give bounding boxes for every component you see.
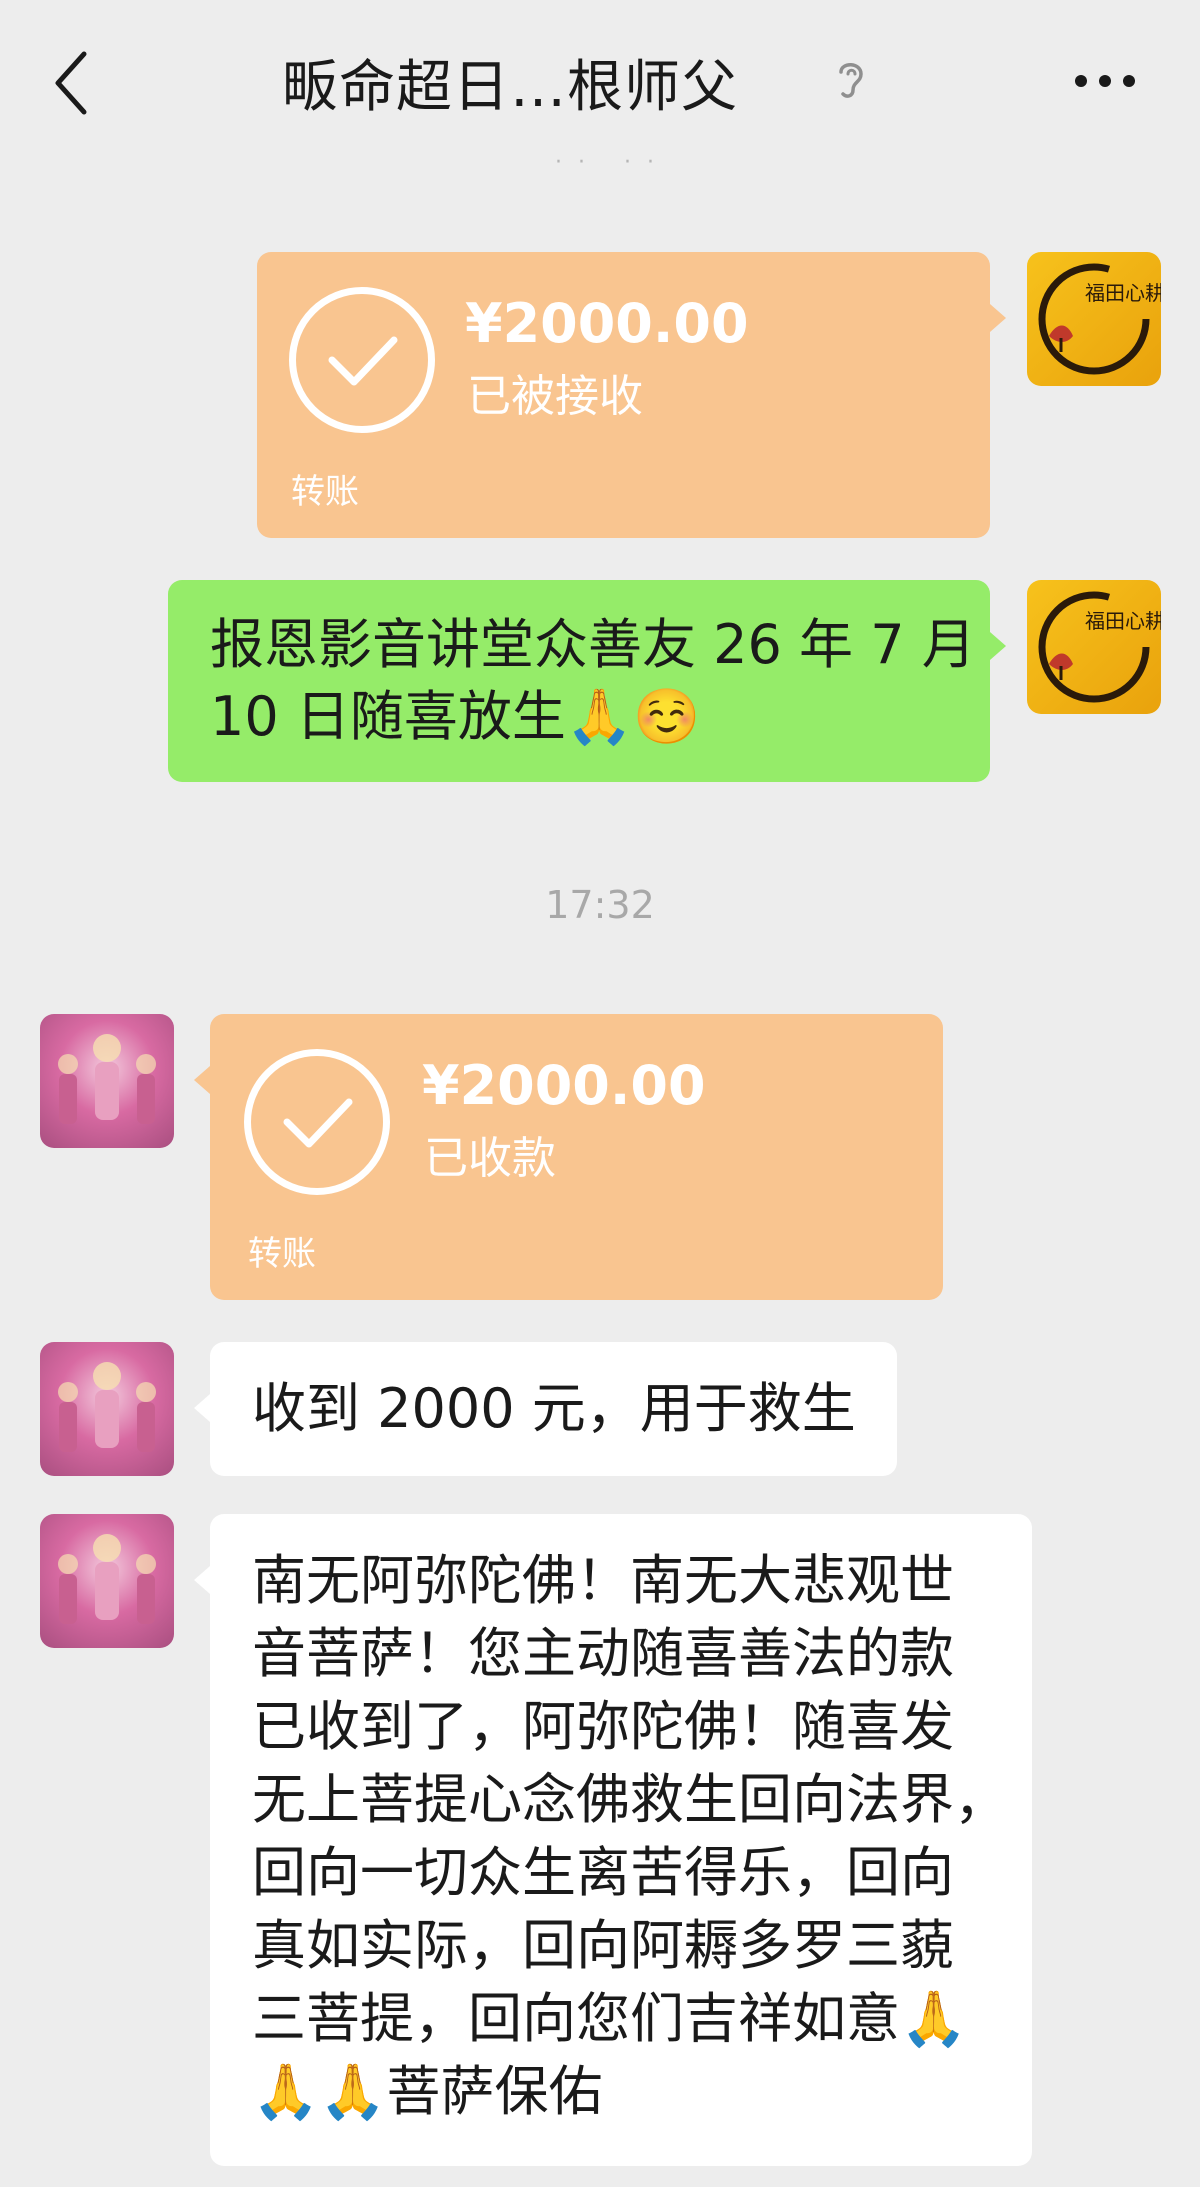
message-bubble-received[interactable]: 收到 2000 元，用于救生 [210, 1342, 897, 1476]
message-text-line: 报恩影音讲堂众善友 26 年 7 月 [210, 613, 976, 676]
avatar[interactable]: 福田心耕 [1027, 252, 1161, 386]
avatar[interactable] [40, 1514, 174, 1648]
message-text-line: 三菩提，回向您们吉祥如意🙏 [252, 1987, 968, 2050]
transfer-card-sent[interactable]: ¥2000.00 已被接收 转账 [257, 252, 990, 538]
message-text-line: 回向一切众生离苦得乐，回向 [252, 1841, 954, 1904]
check-circle-icon [289, 287, 435, 433]
chat-header: 畈命超日…根师父 ·· ·· [0, 0, 1200, 175]
avatar[interactable] [40, 1014, 174, 1148]
svg-text:福田心耕: 福田心耕 [1085, 281, 1161, 305]
message-bubble-received[interactable]: 南无阿弥陀佛！南无大悲观世 音菩萨！您主动随喜善法的款 已收到了，阿弥陀佛！随喜… [210, 1514, 1032, 2166]
status-dots: ·· ·· [555, 150, 670, 175]
bubble-tail [194, 1394, 210, 1422]
buddha-image-icon [58, 1362, 156, 1452]
message-text: 收到 2000 元，用于救生 [252, 1377, 856, 1440]
bubble-tail [194, 1066, 210, 1094]
svg-text:福田心耕: 福田心耕 [1085, 609, 1161, 633]
message-text-line: 已收到了，阿弥陀佛！随喜发 [252, 1695, 954, 1758]
message-text-line: 无上菩提心念佛救生回向法界， [252, 1768, 1008, 1831]
ear-icon [839, 63, 863, 98]
bubble-tail [990, 304, 1006, 332]
message-text-line: 真如实际，回向阿耨多罗三藐 [252, 1914, 954, 1977]
message-text-line: 🙏🙏菩萨保佑 [252, 2060, 603, 2123]
lotus-logo-icon: 福田心耕 [1038, 263, 1161, 375]
message-text-line: 10 日随喜放生🙏☺️ [210, 685, 701, 748]
transfer-amount: ¥2000.00 [422, 1054, 706, 1117]
message-bubble-sent[interactable]: 报恩影音讲堂众善友 26 年 7 月 10 日随喜放生🙏☺️ [168, 580, 990, 782]
message-text-line: 南无阿弥陀佛！南无大悲观世 [252, 1549, 954, 1612]
lotus-logo-icon: 福田心耕 [1038, 591, 1161, 703]
buddha-image-icon [58, 1534, 156, 1624]
transfer-amount: ¥2000.00 [465, 292, 749, 355]
transfer-status: 已收款 [424, 1133, 556, 1184]
transfer-label: 转账 [291, 472, 359, 512]
transfer-status: 已被接收 [467, 371, 643, 422]
transfer-card-received[interactable]: ¥2000.00 已收款 转账 [210, 1014, 943, 1300]
message-text-line: 音菩萨！您主动随喜善法的款 [252, 1622, 954, 1685]
buddha-image-icon [58, 1034, 156, 1124]
chat-title: 畈命超日…根师父 [282, 55, 738, 120]
check-circle-icon [244, 1049, 390, 1195]
bubble-tail [990, 632, 1006, 660]
avatar[interactable]: 福田心耕 [1027, 580, 1161, 714]
more-icon[interactable] [1074, 74, 1136, 88]
transfer-label: 转账 [248, 1234, 316, 1274]
bubble-tail [194, 1566, 210, 1594]
chevron-left-icon[interactable] [52, 48, 92, 118]
avatar[interactable] [40, 1342, 174, 1476]
timestamp: 17:32 [545, 883, 655, 927]
